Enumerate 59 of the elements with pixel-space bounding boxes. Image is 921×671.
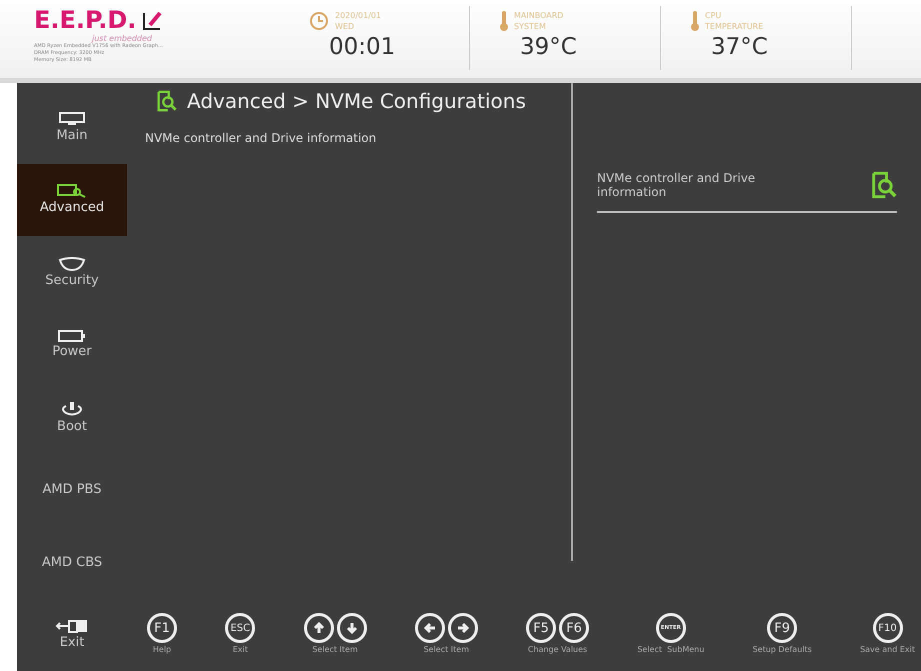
key-icon[interactable]: F9 xyxy=(767,613,798,643)
key-icon[interactable]: F10 xyxy=(872,613,903,643)
widget-caption: SYSTEM xyxy=(514,21,547,32)
exit-door-icon xyxy=(55,619,89,634)
arrow-key-icon[interactable] xyxy=(304,613,334,643)
sidebar-label: AMD PBS xyxy=(42,482,102,498)
widget-value: 00:01 xyxy=(329,34,396,60)
sidebar-item[interactable]: AMD CBS xyxy=(17,526,127,598)
sidebar-item[interactable]: AMD PBS xyxy=(17,454,127,526)
sidebar-label: Main xyxy=(56,128,88,143)
sidebar-label: Boot xyxy=(57,418,87,434)
key-label: Select SubMenu xyxy=(637,645,704,654)
sidebar-label: Advanced xyxy=(40,200,104,216)
sidebar-label: AMD CBS xyxy=(42,554,102,570)
logo-icon xyxy=(142,9,164,31)
widget-value: 39°C xyxy=(520,34,578,60)
sidebar-item[interactable]: Main xyxy=(17,91,127,164)
key-icon[interactable]: F5 xyxy=(526,613,556,643)
key-icon[interactable]: ESC xyxy=(225,613,256,643)
widget-caption: 2020/01/01 xyxy=(335,10,382,21)
help-text: NVMe controller and Drive information xyxy=(597,171,756,199)
key-label: Change Values xyxy=(528,645,588,654)
widget-caption: WED xyxy=(335,21,356,32)
key-icon[interactable]: F6 xyxy=(559,613,590,643)
battery-icon xyxy=(58,330,86,342)
arrow-key-icon[interactable] xyxy=(336,613,367,643)
key-icon[interactable]: F1 xyxy=(147,613,177,643)
key-label: Setup Defaults xyxy=(752,645,812,654)
sidebar-item[interactable]: Advanced xyxy=(17,164,127,236)
key-label: Save and Exit xyxy=(860,645,915,654)
sidebar-item[interactable]: Security xyxy=(17,236,127,308)
document-search-icon xyxy=(155,90,177,112)
tagline: just embedded xyxy=(92,34,154,43)
key-label: Help xyxy=(152,645,172,654)
menu-item[interactable]: NVMe controller and Drive information xyxy=(145,131,571,145)
sidebar-label: Exit xyxy=(60,635,84,650)
sidebar-item[interactable]: Power xyxy=(17,308,127,381)
thermometer-icon xyxy=(691,10,699,32)
shield-icon xyxy=(58,256,86,271)
widget-caption: TEMPERATURE xyxy=(705,21,764,32)
clock-icon xyxy=(309,11,329,31)
arrow-key-icon[interactable] xyxy=(448,613,478,643)
logo-text: E.E.P.D. xyxy=(34,6,136,34)
document-search-icon xyxy=(869,171,897,199)
breadcrumb: Advanced > NVMe Configurations xyxy=(187,89,526,113)
key-label: Exit xyxy=(232,645,248,654)
key-label: Select Item xyxy=(312,645,358,654)
sidebar-label: Power xyxy=(52,344,92,360)
sidebar-item[interactable]: Exit xyxy=(17,598,127,671)
widget-caption: MAINBOARD xyxy=(514,10,564,21)
sidebar-item[interactable]: Boot xyxy=(17,381,127,454)
sidebar-label: Security xyxy=(45,272,99,288)
arrow-key-icon[interactable] xyxy=(414,613,445,643)
key-label: Select Item xyxy=(424,645,470,654)
document-search-icon xyxy=(57,184,87,198)
thermometer-icon xyxy=(500,10,508,32)
widget-value: 37°C xyxy=(711,34,769,60)
widget-caption: CPU xyxy=(705,10,722,21)
monitor-icon xyxy=(59,112,85,126)
